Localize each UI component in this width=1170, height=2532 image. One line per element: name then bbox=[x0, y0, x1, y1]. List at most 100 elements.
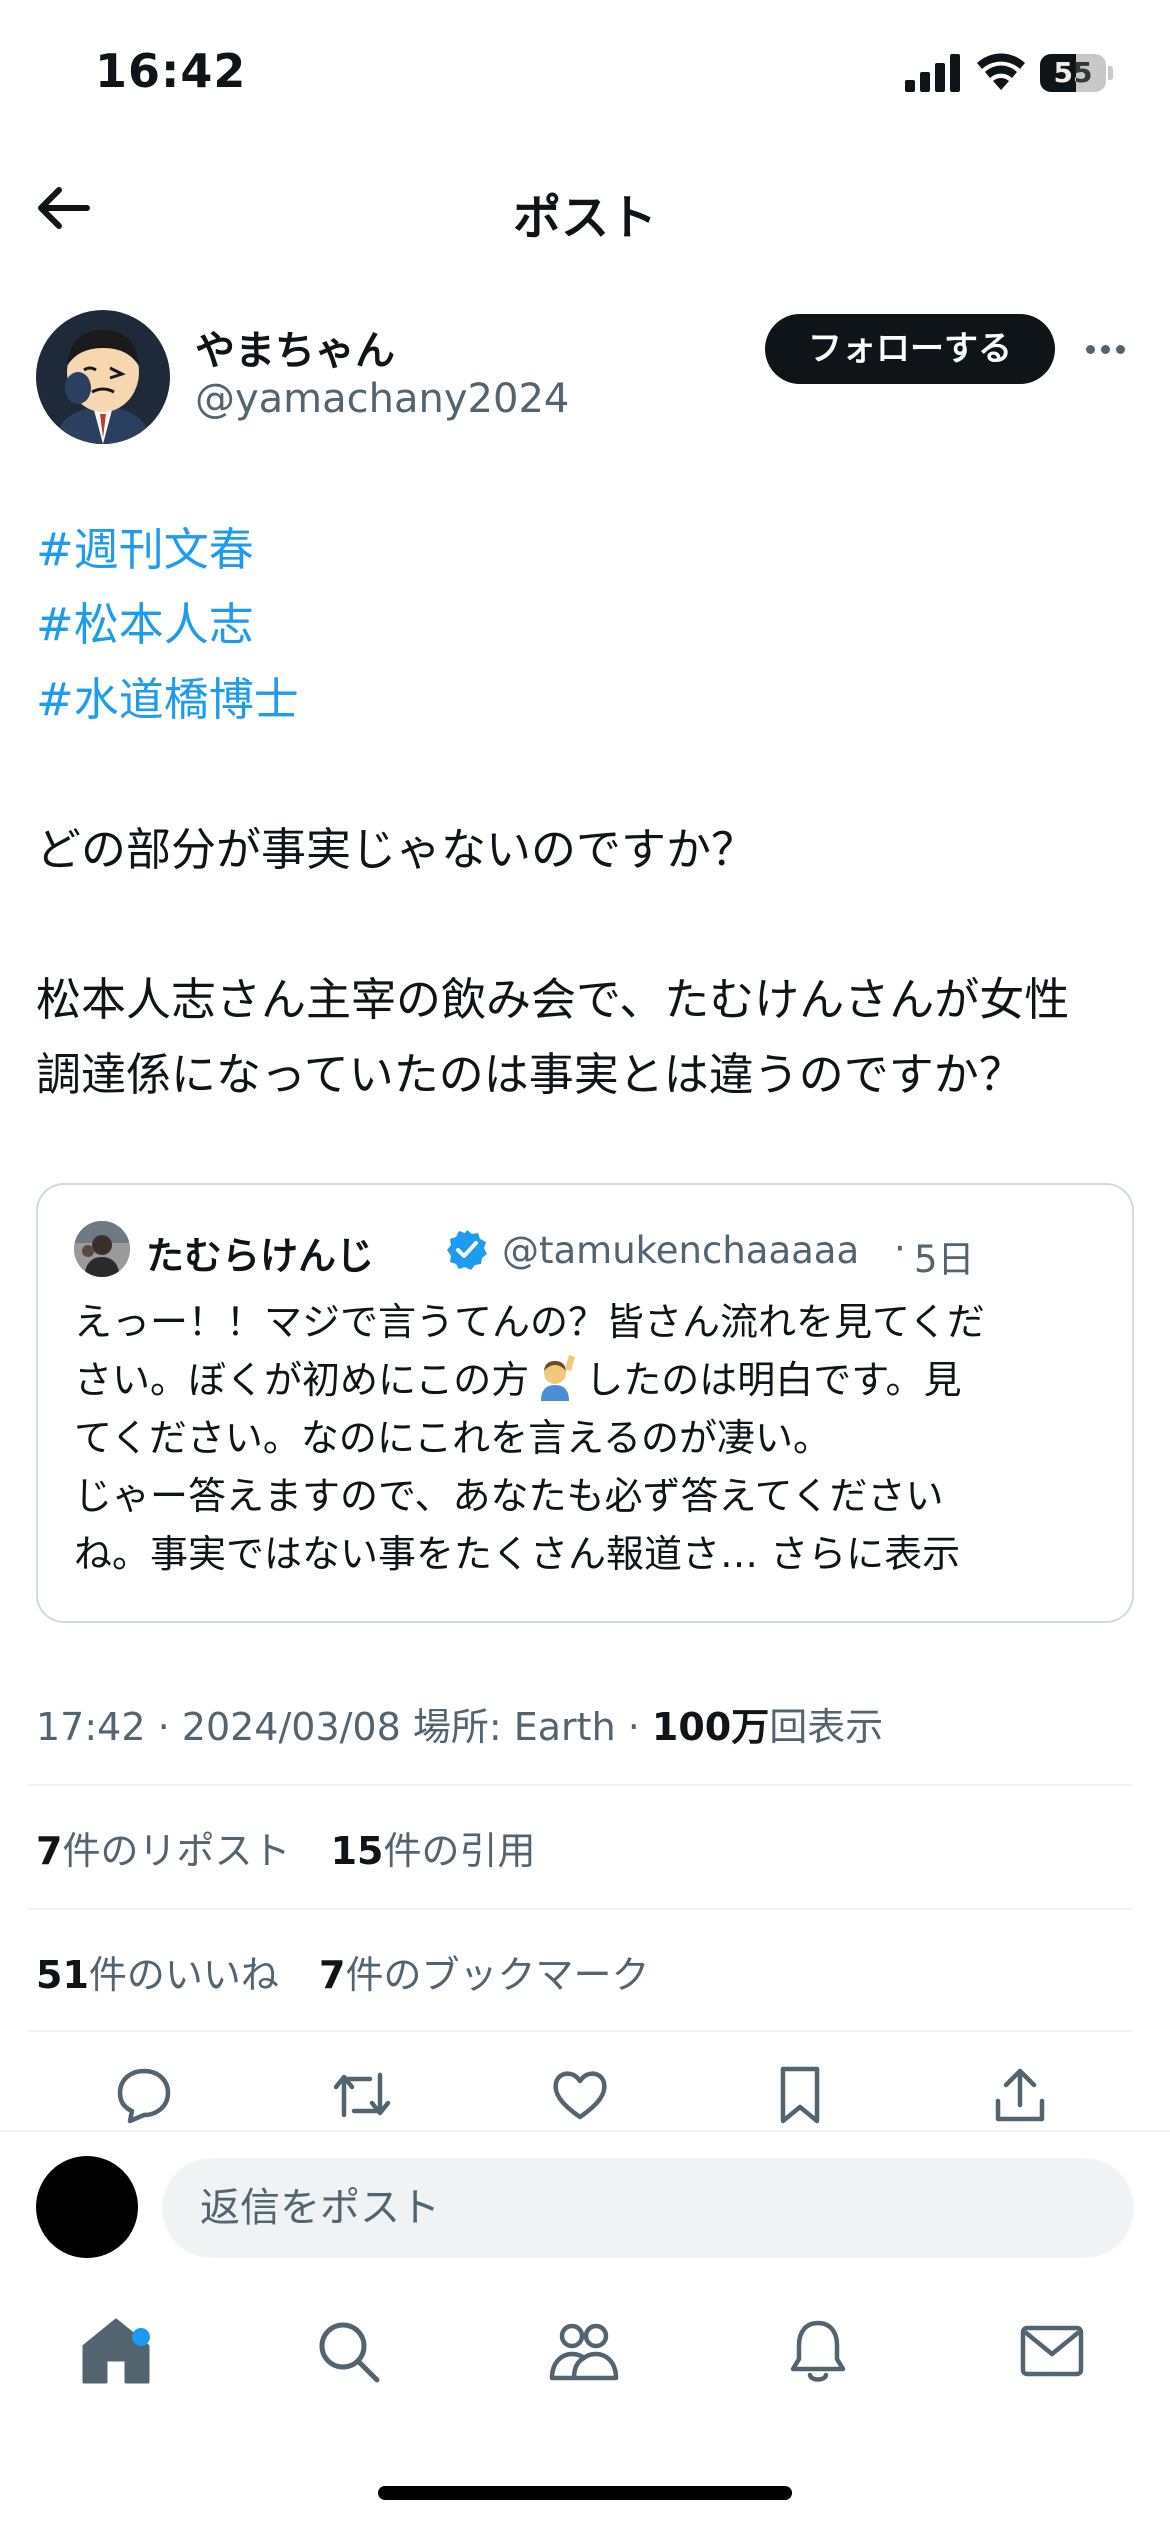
like-button[interactable] bbox=[548, 2063, 612, 2127]
hashtag-link[interactable]: #水道橋博士 bbox=[36, 662, 1146, 737]
quoted-post-card[interactable]: たむらけんじ @tamukenchaaaaa · 5日 えっー！！マジで言うてん… bbox=[36, 1183, 1134, 1623]
quoted-author-name: たむらけんじ bbox=[146, 1234, 375, 1278]
hashtag-link[interactable]: #週刊文春 bbox=[36, 512, 1146, 587]
reposts-label: 件のリポスト bbox=[62, 1829, 291, 1873]
home-indicator bbox=[378, 2486, 792, 2500]
stats-row-likes: 51件のいいね 7件のブックマーク bbox=[36, 1944, 677, 1999]
more-dot-icon bbox=[1115, 344, 1125, 354]
post-meta: 17:42 · 2024/03/08 場所: Earth · 100万回表示 bbox=[36, 1696, 883, 1751]
quotes-count: 15 bbox=[330, 1829, 384, 1873]
quoted-author-handle: @tamukenchaaaaa bbox=[502, 1229, 860, 1272]
meta-separator: · bbox=[145, 1705, 182, 1749]
reposts-stat[interactable]: 7件のリポスト bbox=[36, 1829, 290, 1873]
heart-icon bbox=[553, 2071, 607, 2120]
quoted-text-fragment: ね。事実ではない事をたくさん報道さ… bbox=[74, 1532, 771, 1576]
quoted-post-header: たむらけんじ @tamukenchaaaaa · 5日 bbox=[74, 1221, 1114, 1281]
mail-icon bbox=[1020, 2325, 1084, 2377]
cellular-signal-icon bbox=[905, 54, 960, 92]
author-row: やまちゃん @yamachany2024 フォローする bbox=[0, 300, 1170, 450]
bottom-tab-bar bbox=[0, 2295, 1170, 2415]
hashtag-link[interactable]: #松本人志 bbox=[36, 587, 1146, 662]
quoted-avatar-photo bbox=[74, 1221, 130, 1277]
page-title: ポスト bbox=[512, 190, 657, 246]
quoted-author-avatar bbox=[74, 1221, 130, 1277]
bookmark-button[interactable] bbox=[768, 2063, 832, 2127]
post-date: 2024/03/08 bbox=[181, 1705, 401, 1749]
quote-separator: · bbox=[894, 1227, 906, 1270]
likes-stat[interactable]: 51件のいいね bbox=[36, 1953, 279, 1997]
status-bar: 16:42 55 bbox=[0, 0, 1170, 150]
quoted-text-line: てください。なのにこれを言えるのが凄い。 bbox=[74, 1416, 831, 1460]
quoted-text-line: じゃー答えますので、あなたも必ず答えてください bbox=[74, 1474, 944, 1518]
quotes-stat[interactable]: 15件の引用 bbox=[331, 1829, 536, 1873]
home-icon bbox=[82, 2318, 150, 2384]
person-raising-hand-emoji-icon bbox=[541, 1355, 576, 1401]
more-dot-icon bbox=[1085, 344, 1095, 354]
battery-body: 55 bbox=[1040, 54, 1106, 92]
share-button[interactable] bbox=[988, 2063, 1052, 2127]
search-icon bbox=[319, 2322, 380, 2383]
view-count: 100万 bbox=[651, 1705, 770, 1749]
post-text-line: 調達係になっていたのは事実とは違うのですか？ bbox=[36, 1048, 1024, 1101]
avatar-illustration bbox=[36, 310, 170, 444]
bookmarks-count: 7 bbox=[319, 1953, 346, 1997]
divider bbox=[28, 1908, 1132, 1910]
divider bbox=[28, 1784, 1132, 1786]
author-handle[interactable]: @yamachany2024 bbox=[195, 376, 569, 422]
bookmarks-label: 件のブックマーク bbox=[345, 1953, 650, 1997]
meta-separator: · bbox=[615, 1705, 652, 1749]
battery-cap bbox=[1108, 66, 1113, 80]
header: ポスト bbox=[0, 150, 1170, 265]
action-bar bbox=[0, 2055, 1170, 2135]
wifi-icon bbox=[977, 53, 1025, 90]
bookmark-icon bbox=[780, 2066, 820, 2124]
follow-button[interactable]: フォローする bbox=[765, 314, 1055, 384]
repost-button[interactable] bbox=[330, 2063, 394, 2127]
quoted-text-line: さい。ぼくが初めにこの方 したのは明白です。見 bbox=[74, 1351, 1114, 1409]
author-avatar[interactable] bbox=[36, 310, 170, 444]
reply-icon bbox=[117, 2068, 171, 2124]
view-label: 回表示 bbox=[769, 1705, 884, 1749]
likes-count: 51 bbox=[36, 1953, 89, 1997]
reply-input[interactable] bbox=[162, 2158, 1134, 2258]
verified-badge-icon bbox=[447, 1230, 487, 1270]
post-text-line: 松本人志さん主宰の飲み会で、たむけんさんが女性 bbox=[36, 973, 1070, 1026]
tab-messages[interactable] bbox=[1012, 2311, 1092, 2391]
quoted-text-line: えっー！！マジで言うてんの？皆さん流れを見てくだ bbox=[74, 1300, 985, 1344]
quoted-text-fragment: したのは明白です。見 bbox=[585, 1358, 962, 1402]
post-location: 場所: Earth bbox=[400, 1705, 616, 1749]
battery-icon: 55 bbox=[1040, 54, 1113, 92]
quoted-post-time: 5日 bbox=[914, 1238, 975, 1281]
communities-icon bbox=[549, 2323, 619, 2381]
tab-notifications[interactable] bbox=[778, 2311, 858, 2391]
author-name[interactable]: やまちゃん bbox=[195, 318, 395, 376]
post-text: #週刊文春 #松本人志 #水道橋博士 どの部分が事実じゃないのですか？ 松本人志… bbox=[36, 512, 1146, 1112]
quoted-post-text: えっー！！マジで言うてんの？皆さん流れを見てくだ さい。ぼくが初めにこの方 した… bbox=[74, 1293, 1114, 1583]
likes-label: 件のいいね bbox=[88, 1953, 279, 1997]
bookmarks-stat[interactable]: 7件のブックマーク bbox=[319, 1953, 649, 1997]
share-icon bbox=[995, 2068, 1045, 2122]
status-time: 16:42 bbox=[95, 44, 247, 98]
post-time: 17:42 bbox=[36, 1705, 146, 1749]
reply-bar bbox=[0, 2130, 1170, 2295]
tab-home[interactable] bbox=[76, 2311, 156, 2391]
reposts-count: 7 bbox=[36, 1829, 63, 1873]
more-dot-icon bbox=[1100, 344, 1110, 354]
post-text-line: どの部分が事実じゃないのですか？ bbox=[36, 823, 757, 876]
more-options-button[interactable] bbox=[1080, 326, 1130, 372]
quoted-text-fragment: さい。ぼくが初めにこの方 bbox=[74, 1358, 530, 1402]
tab-communities[interactable] bbox=[544, 2311, 624, 2391]
my-avatar[interactable] bbox=[36, 2156, 138, 2258]
repost-icon bbox=[333, 2072, 391, 2118]
quotes-label: 件の引用 bbox=[383, 1829, 536, 1873]
divider bbox=[28, 2030, 1132, 2032]
show-more-link[interactable]: さらに表示 bbox=[770, 1532, 960, 1576]
tab-search[interactable] bbox=[308, 2311, 388, 2391]
stats-row-reposts: 7件のリポスト 15件の引用 bbox=[36, 1820, 563, 1875]
quoted-text-line: ね。事実ではない事をたくさん報道さ… さらに表示 bbox=[74, 1525, 1114, 1583]
reply-button[interactable] bbox=[112, 2063, 176, 2127]
home-notification-dot bbox=[132, 2328, 150, 2346]
battery-level: 55 bbox=[1053, 56, 1093, 89]
